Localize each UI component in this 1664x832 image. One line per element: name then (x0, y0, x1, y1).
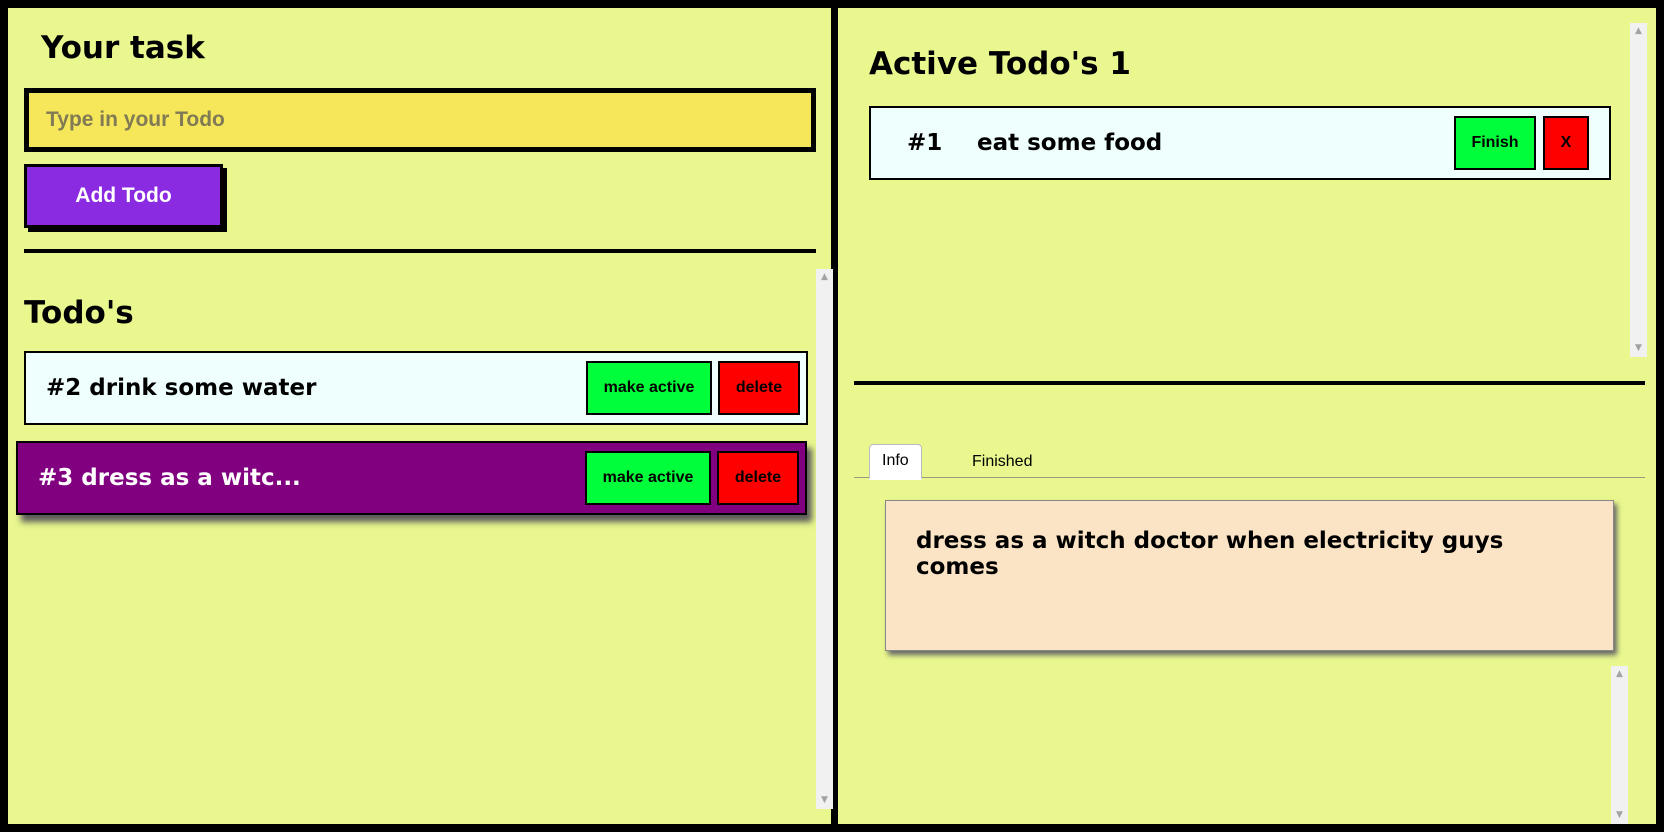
make-active-button[interactable]: make active (586, 361, 712, 415)
tab-finished[interactable]: Finished (960, 444, 1044, 480)
scroll-up-arrow-icon[interactable]: ▲ (816, 269, 833, 286)
info-scrollbar[interactable]: ▲ ▼ (1611, 666, 1628, 824)
todo-item-3-selected[interactable]: #3 dress as a witc... make active delete (16, 441, 807, 515)
add-todo-button[interactable]: Add Todo (24, 164, 223, 228)
todos-title: Todo's (24, 295, 134, 331)
remove-active-button[interactable]: X (1543, 116, 1589, 170)
left-divider (24, 249, 816, 253)
active-todo-item: #1 eat some food Finish X (869, 106, 1611, 180)
todos-scrollbar[interactable]: ▲ ▼ (816, 269, 833, 809)
delete-button[interactable]: delete (717, 451, 799, 505)
todo-item-2[interactable]: #2 drink some water make active delete (24, 351, 808, 425)
delete-button[interactable]: delete (718, 361, 800, 415)
tab-info[interactable]: Info (869, 444, 922, 480)
active-todo-text: eat some food (977, 130, 1163, 156)
active-scrollbar[interactable]: ▲ ▼ (1630, 23, 1647, 357)
info-card: dress as a witch doctor when electricity… (885, 500, 1614, 651)
right-divider (854, 381, 1645, 385)
left-panel: Your task Add Todo Todo's #2 drink some … (8, 8, 833, 824)
scroll-up-arrow-icon[interactable]: ▲ (1630, 23, 1647, 40)
scroll-down-arrow-icon[interactable]: ▼ (1630, 340, 1647, 357)
todo-item-label: #2 drink some water (46, 375, 317, 401)
info-text: dress as a witch doctor when electricity… (916, 528, 1504, 580)
active-todo-number: #1 (907, 130, 943, 156)
finish-button[interactable]: Finish (1454, 116, 1536, 170)
make-active-button[interactable]: make active (585, 451, 711, 505)
todo-input[interactable] (24, 88, 816, 152)
detail-tabs: Info Finished (854, 434, 1645, 480)
todo-item-label: #3 dress as a witc... (38, 465, 301, 491)
scroll-down-arrow-icon[interactable]: ▼ (816, 792, 833, 809)
your-task-title: Your task (41, 30, 205, 66)
active-todos-title: Active Todo's 1 (869, 46, 1131, 82)
scroll-up-arrow-icon[interactable]: ▲ (1611, 666, 1628, 683)
scroll-down-arrow-icon[interactable]: ▼ (1611, 807, 1628, 824)
right-panel: Active Todo's 1 #1 eat some food Finish … (838, 8, 1656, 824)
